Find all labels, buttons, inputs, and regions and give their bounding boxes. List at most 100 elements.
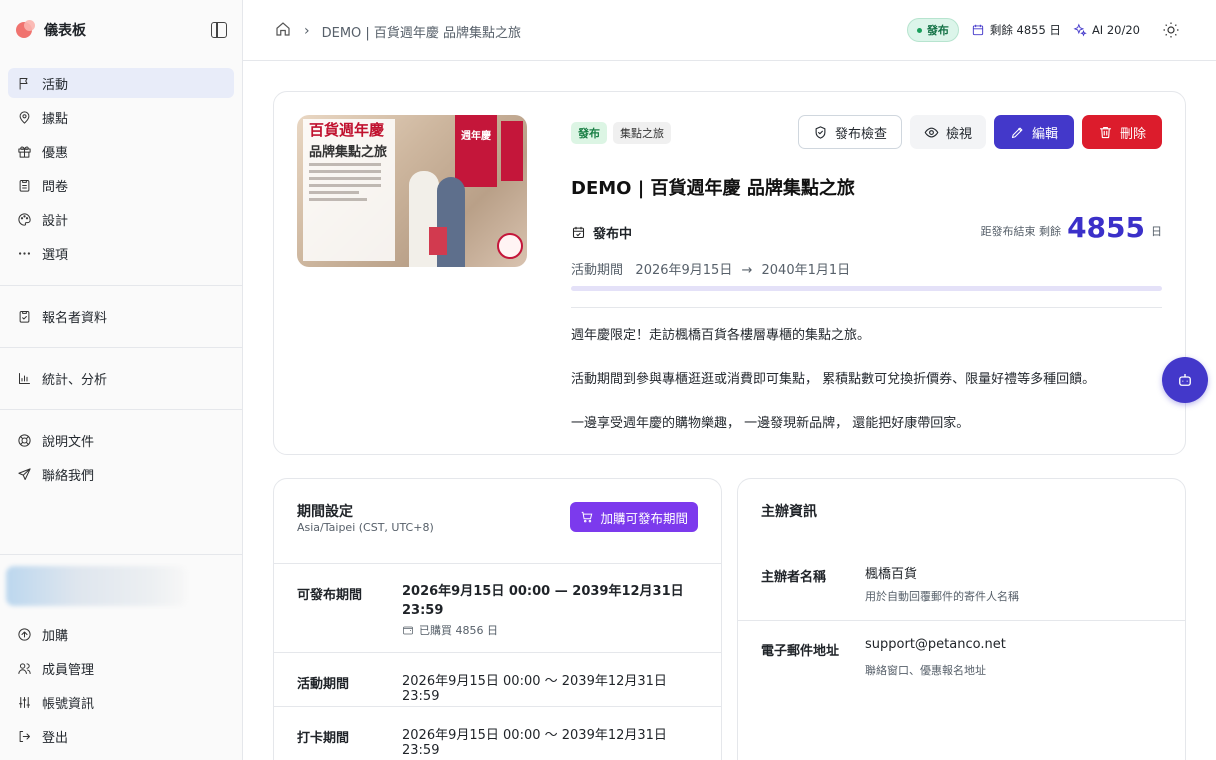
sidebar-item-label: 活動 (42, 77, 69, 93)
campaign-poster-image: 百貨週年慶 品牌集點之旅 週年慶 (297, 115, 527, 267)
gift-icon (16, 143, 32, 159)
calendar-check-icon (572, 226, 585, 239)
period-label: 活動期間 (571, 263, 624, 278)
purchased-days: 已購買 4856 日 (402, 622, 498, 638)
sidebar-item-label: 報名者資料 (42, 310, 108, 326)
sidebar-item-label: 說明文件 (42, 434, 95, 450)
description-paragraph: 活動期間到參與專櫃逛逛或消費即可集點， 累積點數可兌換折價券、限量好禮等多種回饋… (571, 372, 1096, 387)
divider (0, 285, 242, 286)
lifebuoy-icon (16, 432, 32, 448)
topbar-status-group: 發布 剩餘 4855 日 AI 20/20 (906, 18, 1180, 42)
sidebar-item-label: 優惠 (42, 145, 69, 161)
organizer-row: 主辦者名稱 楓橋百貨 用於自動回覆郵件的寄件人名稱 (738, 563, 1185, 620)
nav-help: 說明文件 聯絡我們 (8, 425, 234, 493)
sidebar-item-contact[interactable]: 聯絡我們 (8, 459, 234, 489)
campaign-period: 活動期間 2026年9月15日 → 2040年1月1日 (571, 259, 850, 278)
remaining-days-label: 剩餘 4855 日 (989, 23, 1061, 37)
sidebar-collapse-icon[interactable] (211, 22, 227, 38)
campaign-title: DEMO | 百貨週年慶 品牌集點之旅 (571, 178, 855, 199)
trash-icon (1099, 126, 1112, 138)
poster-banner-small (501, 121, 523, 181)
timezone-label: Asia/Taipei (CST, UTC+8) (297, 521, 434, 534)
poster-banner-text: 週年慶 (461, 131, 491, 142)
wallet-icon (403, 626, 413, 635)
remaining-unit: 日 (1151, 225, 1162, 238)
more-icon (16, 245, 32, 261)
campaign-overview-card: 百貨週年慶 品牌集點之旅 週年慶 發布 集點之旅 發布檢查 檢視 編輯 刪除 D… (273, 91, 1186, 455)
row-label: 活動期間 (297, 677, 350, 692)
row-value: support@petanco.net (865, 637, 1006, 652)
theme-toggle[interactable] (1162, 21, 1180, 39)
sidebar-item-logout[interactable]: 登出 (8, 721, 234, 751)
sun-icon (1163, 22, 1179, 38)
period-row: 活動期間 2026年9月15日 00:00 〜 2039年12月31日 23:5… (274, 652, 721, 707)
divider (0, 409, 242, 410)
row-value: 2026年9月15日 00:00 — 2039年12月31日 23:59 (402, 584, 684, 618)
clipboard-check-icon (16, 308, 32, 324)
home-icon[interactable] (274, 20, 292, 42)
eye-icon (924, 127, 939, 137)
status-tag: 發布 (571, 122, 607, 144)
sidebar-item-survey[interactable]: 問卷 (8, 170, 234, 200)
send-icon (16, 466, 32, 482)
sidebar-item-label: 加購 (42, 628, 69, 644)
poster-subtitle: 品牌集點之旅 (309, 145, 388, 160)
sidebar-item-activity[interactable]: 活動 (8, 68, 234, 98)
sidebar-item-design[interactable]: 設計 (8, 204, 234, 234)
arrow-up-circle-icon (16, 626, 32, 642)
arrow-right-icon: → (741, 263, 753, 278)
edit-button[interactable]: 編輯 (994, 115, 1074, 149)
sparkles-icon (1073, 23, 1087, 37)
pencil-icon (1011, 127, 1023, 138)
campaign-status-label: 發布中 (593, 227, 633, 242)
sidebar-item-locations[interactable]: 據點 (8, 102, 234, 132)
card-title: 主辦資訊 (761, 504, 817, 520)
status-badge-label: 發布 (926, 24, 949, 37)
sidebar-item-addon[interactable]: 加購 (8, 619, 234, 649)
publish-check-button[interactable]: 發布檢查 (797, 115, 902, 149)
remaining-days: 剩餘 4855 日 (971, 22, 1061, 38)
view-button[interactable]: 檢視 (909, 115, 986, 149)
cart-icon (582, 511, 593, 523)
breadcrumb: › DEMO | 百貨週年慶 品牌集點之旅 (274, 20, 521, 42)
campaign-actions: 發布檢查 檢視 編輯 刪除 (797, 115, 1162, 149)
sidebar-item-stats[interactable]: 統計、分析 (8, 363, 234, 393)
sidebar-item-label: 登出 (42, 730, 69, 746)
campaign-description: 週年慶限定！走訪楓橋百貨各樓層專櫃的集點之旅。 活動期間到參與專櫃逛逛或消費即可… (571, 324, 1171, 456)
sidebar-item-docs[interactable]: 說明文件 (8, 425, 234, 455)
users-icon (16, 660, 32, 676)
flag-icon (16, 75, 32, 91)
nav-registrants: 報名者資料 (8, 301, 234, 335)
sidebar-item-account[interactable]: 帳號資訊 (8, 687, 234, 717)
row-label: 可發布期間 (297, 588, 363, 603)
row-label: 打卡期間 (297, 731, 350, 746)
user-profile-avatar[interactable] (6, 566, 186, 606)
brand[interactable]: 儀表板 (16, 20, 86, 40)
breadcrumb-current[interactable]: DEMO | 百貨週年慶 品牌集點之旅 (322, 22, 521, 41)
sidebar-item-members[interactable]: 成員管理 (8, 653, 234, 683)
purchased-days-label: 已購買 4856 日 (419, 624, 498, 637)
sidebar-item-label: 聯絡我們 (42, 468, 95, 484)
topbar: › DEMO | 百貨週年慶 品牌集點之旅 發布 剩餘 4855 日 AI 20… (243, 0, 1216, 61)
brand-logo-icon (16, 20, 36, 40)
sidebar-item-options[interactable]: 選項 (8, 238, 234, 268)
row-value: 2026年9月15日 00:00 〜 2039年12月31日 23:59 (402, 728, 667, 758)
ai-quota: AI 20/20 (1073, 23, 1140, 37)
period-settings-card: 期間設定 Asia/Taipei (CST, UTC+8) 加購可發布期間 可發… (273, 478, 722, 760)
poster-banner: 週年慶 (455, 115, 497, 187)
bar-chart-icon (16, 370, 32, 386)
sidebar-item-offers[interactable]: 優惠 (8, 136, 234, 166)
buy-publish-period-button[interactable]: 加購可發布期間 (570, 502, 698, 532)
nav-stats: 統計、分析 (8, 363, 234, 397)
logout-icon (16, 728, 32, 744)
remaining-countdown: 距發布結束 剩餘 4855 日 (981, 214, 1162, 242)
buy-button-label: 加購可發布期間 (600, 510, 688, 526)
delete-button[interactable]: 刪除 (1082, 115, 1162, 149)
assistant-bot-button[interactable] (1162, 357, 1208, 403)
sidebar-item-label: 據點 (42, 111, 69, 127)
remaining-days-number: 4855 (1067, 211, 1145, 244)
sidebar-item-registrants[interactable]: 報名者資料 (8, 301, 234, 331)
period-row: 可發布期間 2026年9月15日 00:00 — 2039年12月31日 23:… (274, 563, 721, 653)
ai-quota-label: AI 20/20 (1091, 23, 1140, 37)
row-hint: 聯絡窗口、優惠報名地址 (865, 664, 986, 677)
